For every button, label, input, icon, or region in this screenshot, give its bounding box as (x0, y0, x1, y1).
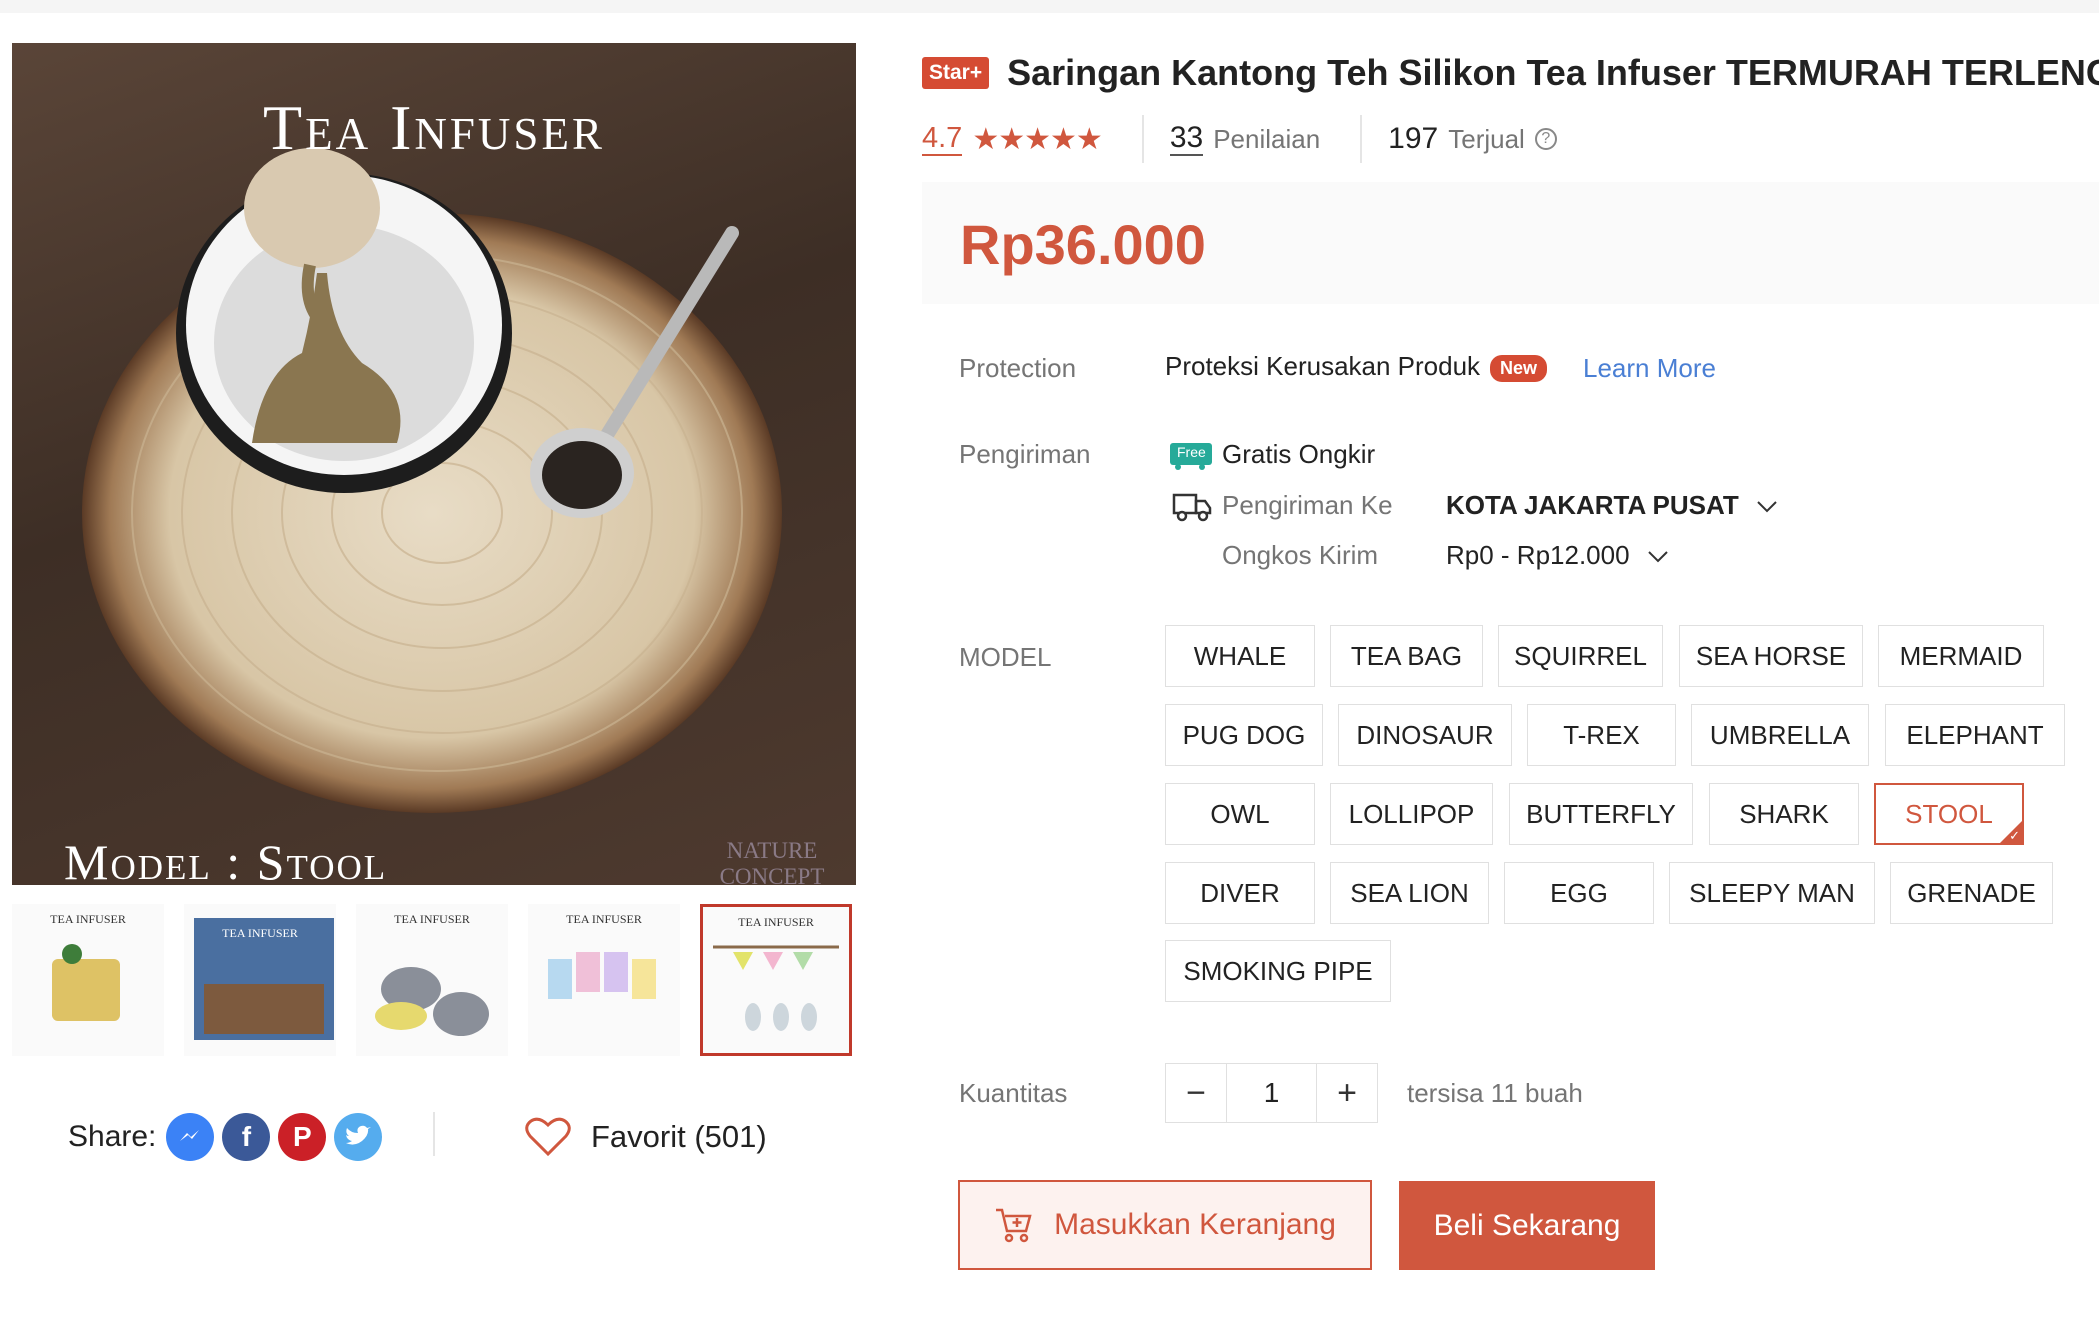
shipping-to-label: Pengiriman Ke (1222, 490, 1393, 520)
model-option[interactable]: T-REX (1527, 704, 1676, 766)
top-bar (0, 0, 2099, 13)
model-option[interactable]: EGG (1504, 862, 1654, 924)
product-photo-illustration (82, 148, 782, 813)
truck-icon (1172, 493, 1212, 522)
image-title-text: Tea Infuser (263, 92, 605, 163)
learn-more-link[interactable]: Learn More (1583, 353, 1716, 384)
review-label: Penilaian (1213, 123, 1321, 154)
rating-row: 4.7 ★★★★★ 33 Penilaian 197 Terjual ? (922, 115, 1557, 163)
thumbnail-title: TEA INFUSER (394, 912, 470, 926)
quantity-stepper: − 1 + (1165, 1063, 1378, 1123)
model-option[interactable]: WHALE (1165, 625, 1315, 687)
heart-icon (525, 1117, 571, 1157)
model-option[interactable]: PUG DOG (1165, 704, 1323, 766)
protection-label: Protection (959, 353, 1077, 383)
pinterest-icon[interactable]: P (278, 1113, 327, 1161)
model-option[interactable]: DINOSAUR (1338, 704, 1512, 766)
review-count[interactable]: 33 (1169, 122, 1204, 156)
quantity-input[interactable]: 1 (1226, 1064, 1317, 1122)
rating-value[interactable]: 4.7 (922, 122, 963, 156)
product-title: Saringan Kantong Teh Silikon Tea Infuser… (1007, 52, 2099, 93)
add-to-cart-label: Masukkan Keranjang (1054, 1208, 1336, 1241)
model-option[interactable]: SEA LION (1330, 862, 1489, 924)
share-divider (433, 1112, 435, 1156)
chevron-down-icon (1648, 551, 1668, 563)
thumbnail-4[interactable]: TEA INFUSER (528, 904, 680, 1056)
model-label: MODEL (959, 642, 1052, 672)
thumbnail-title: TEA INFUSER (738, 915, 814, 929)
thumbnail-1[interactable]: TEA INFUSER (12, 904, 164, 1056)
model-option[interactable]: GRENADE (1890, 862, 2053, 924)
new-badge: New (1490, 354, 1548, 382)
rating-divider (1141, 115, 1144, 163)
shipping-label: Pengiriman (959, 439, 1091, 469)
shipping-cost-select[interactable]: Rp0 - Rp12.000 (1446, 540, 1669, 571)
shipping-destination-select[interactable]: KOTA JAKARTA PUSAT (1446, 490, 1778, 521)
model-option[interactable]: SLEEPY MAN (1669, 862, 1875, 924)
protection-value: Proteksi Kerusakan Produk New (1165, 351, 1548, 382)
thumbnail-2[interactable]: TEA INFUSER (184, 904, 336, 1056)
add-to-cart-button[interactable]: Masukkan Keranjang (958, 1180, 1372, 1270)
model-option[interactable]: BUTTERFLY (1509, 783, 1693, 845)
shipping-destination: KOTA JAKARTA PUSAT (1446, 490, 1739, 520)
product-title-row: Star+ Saringan Kantong Teh Silikon Tea I… (922, 50, 2099, 96)
model-option[interactable]: DIVER (1165, 862, 1315, 924)
sold-label: Terjual (1448, 123, 1525, 154)
thumbnail-title: TEA INFUSER (566, 912, 642, 926)
quantity-increase-button[interactable]: + (1317, 1064, 1377, 1122)
model-option-selected-label: STOOL (1905, 798, 1993, 829)
model-option[interactable]: TEA BAG (1330, 625, 1483, 687)
thumbnail-title: TEA INFUSER (50, 912, 126, 926)
check-icon: ✓ (2009, 828, 2020, 843)
model-option[interactable]: SQUIRREL (1498, 625, 1663, 687)
free-shipping-icon: Free (1166, 441, 1214, 471)
model-option[interactable]: ELEPHANT (1885, 704, 2065, 766)
help-icon[interactable]: ? (1534, 128, 1557, 150)
free-shipping-text: Gratis Ongkir (1222, 439, 1376, 469)
facebook-icon[interactable]: f (222, 1113, 271, 1161)
model-option[interactable]: SHARK (1709, 783, 1859, 845)
shipping-cost-label: Ongkos Kirim (1222, 540, 1379, 570)
brand-watermark: NATURE CONCEPT (719, 838, 825, 885)
model-option[interactable]: UMBRELLA (1691, 704, 1869, 766)
free-badge-text: Free (1177, 444, 1206, 460)
model-option[interactable]: MERMAID (1878, 625, 2044, 687)
rating-stars-icon: ★★★★★ (972, 122, 1102, 156)
star-plus-badge: Star+ (922, 57, 990, 89)
favorite-button[interactable]: Favorit (501) (525, 1112, 767, 1162)
thumbnail-5[interactable]: TEA INFUSER (700, 904, 852, 1056)
buy-now-button[interactable]: Beli Sekarang (1399, 1181, 1655, 1270)
price-box: Rp36.000 (922, 182, 2099, 304)
product-price: Rp36.000 (960, 213, 1206, 276)
messenger-icon[interactable] (166, 1113, 215, 1161)
shipping-cost: Rp0 - Rp12.000 (1446, 540, 1630, 570)
cart-plus-icon (996, 1208, 1032, 1243)
model-option-selected[interactable]: STOOL ✓ (1874, 783, 2024, 845)
model-option[interactable]: SMOKING PIPE (1165, 940, 1391, 1002)
share-label: Share: (68, 1120, 157, 1153)
twitter-icon[interactable] (334, 1113, 383, 1161)
chevron-down-icon (1757, 501, 1777, 513)
main-product-image[interactable]: Tea Infuser Model : Stool NATURE CONCEPT (12, 43, 856, 885)
favorite-label: Favorit (501) (591, 1119, 767, 1154)
share-bar: Share: f P (68, 1112, 390, 1162)
model-option[interactable]: SEA HORSE (1679, 625, 1863, 687)
model-option[interactable]: OWL (1165, 783, 1315, 845)
thumbnail-3[interactable]: TEA INFUSER (356, 904, 508, 1056)
thumbnail-strip: TEA INFUSER TEA INFUSER TEA INFUSER TEA … (12, 904, 856, 1058)
quantity-label: Kuantitas (959, 1078, 1068, 1108)
reviews-divider (1360, 115, 1363, 163)
quantity-decrease-button[interactable]: − (1166, 1064, 1226, 1122)
model-option[interactable]: LOLLIPOP (1330, 783, 1493, 845)
stock-remaining: tersisa 11 buah (1407, 1078, 1583, 1108)
thumbnail-title: TEA INFUSER (222, 926, 298, 940)
protection-text: Proteksi Kerusakan Produk (1165, 351, 1481, 381)
sold-count: 197 (1388, 122, 1439, 155)
image-model-caption: Model : Stool (64, 834, 388, 885)
